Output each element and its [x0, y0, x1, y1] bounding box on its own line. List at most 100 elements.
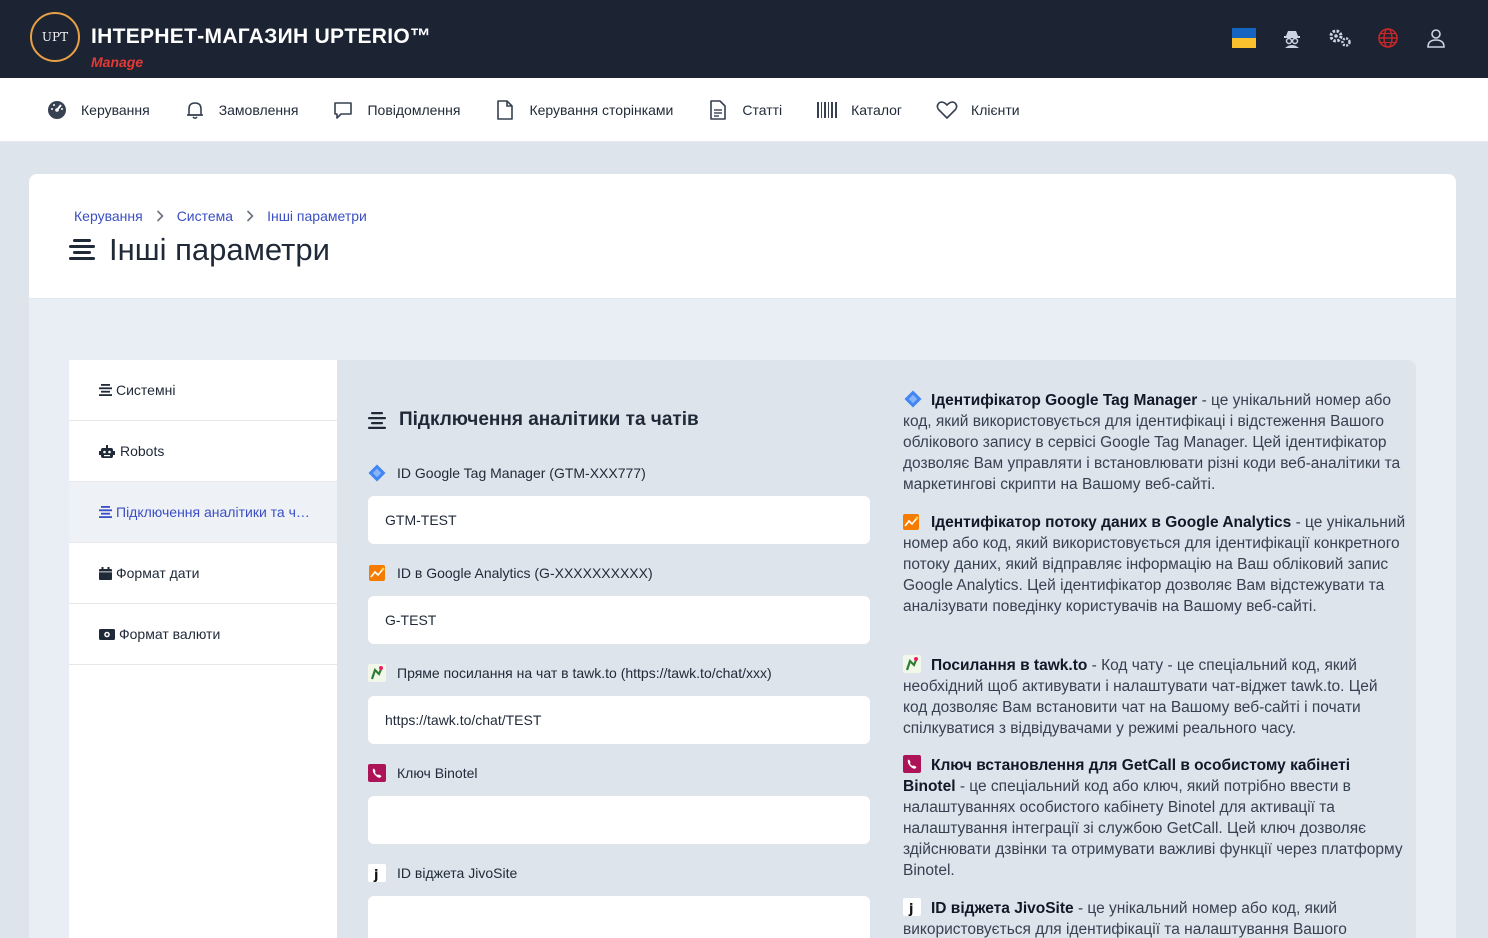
- page-title: Інші параметри: [69, 232, 330, 268]
- globe-icon[interactable]: [1376, 26, 1400, 50]
- help-binotel: Ключ встановлення для GetCall в особисто…: [903, 755, 1406, 881]
- nav-item-articles[interactable]: Статті: [707, 99, 782, 121]
- page-title-text: Інші параметри: [109, 232, 330, 267]
- calendar-icon: [99, 566, 113, 580]
- field-label: ID в Google Analytics (G-XXXXXXXXXX): [368, 563, 870, 583]
- bell-icon: [184, 99, 206, 121]
- settings-content: Підключення аналітики та чатів ID Google…: [337, 360, 1416, 938]
- help-title: Ідентифікатор потоку даних в Google Anal…: [931, 514, 1292, 531]
- binotel-icon: [368, 764, 386, 782]
- gears-icon[interactable]: [1328, 26, 1352, 50]
- chevron-right-icon: [246, 210, 254, 222]
- nav-label: Замовлення: [218, 101, 299, 118]
- svg-text:j: j: [373, 868, 378, 882]
- sidebar-item-label: Robots: [120, 443, 165, 459]
- sidebar-item-label: Формат валюти: [119, 626, 221, 642]
- field-gtm: ID Google Tag Manager (GTM-XXX777): [368, 463, 870, 544]
- binotel-key-input[interactable]: [368, 796, 870, 844]
- nav-label: Керування сторінками: [529, 101, 674, 118]
- sidebar-item-label: Системні: [116, 382, 176, 398]
- tawk-to-icon: [903, 655, 923, 673]
- nav-item-messages[interactable]: Повідомлення: [332, 99, 460, 121]
- field-binotel: Ключ Binotel: [368, 763, 870, 844]
- sidebar-item-label: Підключення аналітики та чатів: [116, 504, 316, 520]
- help-text: - це спеціальний код або ключ, який потр…: [903, 778, 1403, 879]
- breadcrumb-link[interactable]: Керування: [74, 208, 143, 224]
- breadcrumb-link[interactable]: Система: [177, 208, 233, 224]
- field-tawk: Пряме посилання на чат в tawk.to (https:…: [368, 663, 870, 744]
- help-tawk: Посилання в tawk.to - Код чату - це спец…: [903, 655, 1406, 739]
- nav-label: Повідомлення: [367, 101, 461, 118]
- barcode-icon: [816, 99, 838, 121]
- sidebar-item-date-format[interactable]: Формат дати: [69, 543, 337, 604]
- document-icon: [707, 99, 729, 121]
- google-analytics-icon: [368, 564, 386, 582]
- field-label: Пряме посилання на чат в tawk.to (https:…: [368, 663, 870, 683]
- tawk-link-input[interactable]: [368, 696, 870, 744]
- tawk-to-icon: [368, 664, 386, 682]
- message-icon: [332, 99, 354, 121]
- binotel-icon: [903, 755, 923, 773]
- jivosite-id-input[interactable]: [368, 896, 870, 938]
- nav-label: Клієнти: [971, 101, 1020, 118]
- field-label-text: Ключ Binotel: [397, 765, 478, 781]
- settings-sidebar: Системні Robots Підключення аналітики та…: [69, 360, 337, 938]
- field-label: j ID віджета JivoSite: [368, 863, 870, 883]
- nav-item-dashboard[interactable]: Керування: [46, 99, 150, 121]
- help-jivosite: j ID віджета JivoSite - це унікальний ном…: [903, 898, 1406, 938]
- nav-label: Каталог: [851, 101, 903, 118]
- heart-icon: [936, 99, 958, 121]
- brand-subtitle: Manage: [91, 54, 144, 70]
- nav-label: Статті: [742, 101, 783, 118]
- field-label: Ключ Binotel: [368, 763, 870, 783]
- nav-item-pages[interactable]: Керування сторінками: [494, 99, 673, 121]
- help-title: Ідентифікатор Google Tag Manager: [931, 392, 1198, 409]
- field-label-text: ID Google Tag Manager (GTM-XXX777): [397, 465, 646, 481]
- field-label: ID Google Tag Manager (GTM-XXX777): [368, 463, 870, 483]
- jivosite-icon: j: [368, 864, 386, 882]
- breadcrumb: Керування Система Інші параметри: [74, 208, 367, 224]
- ga-id-input[interactable]: [368, 596, 870, 644]
- jivosite-icon: j: [903, 898, 923, 917]
- field-ga: ID в Google Analytics (G-XXXXXXXXXX): [368, 563, 870, 644]
- money-icon: [99, 627, 116, 641]
- section-title: Підключення аналітики та чатів: [368, 409, 699, 431]
- help-gtm: Ідентифікатор Google Tag Manager - це ун…: [903, 390, 1406, 495]
- field-label-text: ID в Google Analytics (G-XXXXXXXXXX): [397, 565, 653, 581]
- nav-item-clients[interactable]: Клієнти: [936, 99, 1020, 121]
- help-title: ID віджета JivoSite: [931, 900, 1074, 917]
- top-bar: UPT ІНТЕРНЕТ-МАГАЗИН UPTERIO™ Manage: [0, 0, 1488, 78]
- google-tag-manager-icon: [903, 390, 923, 408]
- section-title-text: Підключення аналітики та чатів: [399, 409, 699, 430]
- main-nav: Керування Замовлення Повідомлення Керува…: [0, 78, 1488, 142]
- list-icon: [368, 411, 386, 429]
- breadcrumb-link[interactable]: Інші параметри: [267, 208, 367, 224]
- ukraine-flag-icon[interactable]: [1232, 26, 1256, 50]
- gtm-id-input[interactable]: [368, 496, 870, 544]
- logo[interactable]: UPT: [30, 12, 80, 62]
- top-icons: [1232, 26, 1448, 50]
- file-icon: [494, 99, 516, 121]
- dashboard-icon: [46, 99, 68, 121]
- field-jivosite: j ID віджета JivoSite: [368, 863, 870, 938]
- nav-item-catalog[interactable]: Каталог: [816, 99, 902, 121]
- brand-title: ІНТЕРНЕТ-МАГАЗИН UPTERIO™: [91, 25, 432, 48]
- sidebar-item-robots[interactable]: Robots: [69, 421, 337, 482]
- robot-icon: [99, 444, 117, 458]
- sidebar-item-currency-format[interactable]: Формат валюти: [69, 604, 337, 665]
- spy-icon[interactable]: [1280, 26, 1304, 50]
- google-tag-manager-icon: [368, 464, 386, 482]
- help-ga: Ідентифікатор потоку даних в Google Anal…: [903, 512, 1406, 617]
- field-label-text: ID віджета JivoSite: [397, 865, 518, 881]
- sidebar-item-analytics[interactable]: Підключення аналітики та чатів: [69, 482, 337, 543]
- nav-item-orders[interactable]: Замовлення: [184, 99, 299, 121]
- field-label-text: Пряме посилання на чат в tawk.to (https:…: [397, 665, 772, 681]
- sidebar-item-label: Формат дати: [116, 565, 200, 581]
- list-icon: [69, 237, 95, 263]
- list-icon: [99, 505, 113, 519]
- list-icon: [99, 383, 113, 397]
- svg-text:j: j: [908, 902, 913, 916]
- sidebar-item-system[interactable]: Системні: [69, 360, 337, 421]
- user-icon[interactable]: [1424, 26, 1448, 50]
- help-title: Посилання в tawk.to: [931, 657, 1088, 674]
